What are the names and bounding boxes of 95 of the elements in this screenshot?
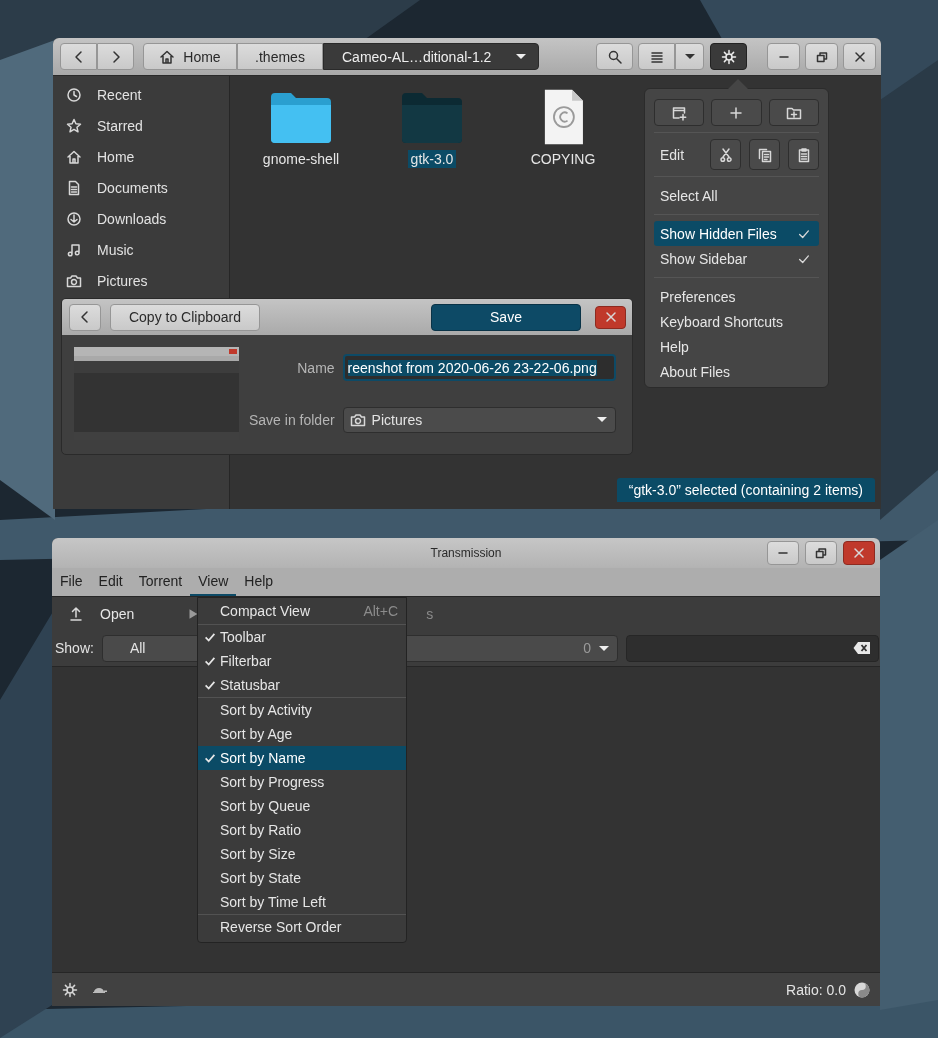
menu[interactable]: Edit (90, 568, 131, 596)
back-button[interactable] (60, 43, 97, 70)
copy-icon (756, 146, 773, 163)
camera-icon (66, 272, 82, 289)
menu-item[interactable]: Preferences (654, 284, 819, 309)
sidebar-item[interactable]: Documents (53, 172, 229, 203)
settings-button[interactable] (710, 43, 747, 70)
copy-button[interactable] (749, 139, 780, 170)
menu-item[interactable]: Keyboard Shortcuts (654, 309, 819, 334)
file-item[interactable]: COPYING (508, 88, 618, 168)
document-icon (66, 179, 82, 196)
sidebar-item[interactable]: Home (53, 141, 229, 172)
menu-item[interactable]: Sort by Name (198, 746, 406, 770)
sidebar-item[interactable]: Starred (53, 110, 229, 141)
path-button[interactable]: Home (143, 43, 237, 70)
menu-item[interactable]: Select All (654, 183, 819, 208)
open-button[interactable]: Open (52, 598, 135, 629)
copy-to-clipboard-button[interactable]: Copy to Clipboard (110, 303, 260, 331)
camera-icon (349, 411, 366, 428)
close-button[interactable] (843, 43, 876, 70)
menu-item[interactable]: Sort by Ratio (198, 818, 406, 842)
path-button[interactable]: Cameo-AL…ditional-1.2 (323, 43, 539, 70)
menu[interactable]: File (52, 568, 91, 596)
status-overlay: “gtk-3.0” selected (containing 2 items) (616, 478, 875, 502)
name-label: Name (297, 359, 335, 376)
menu-item[interactable]: Sort by Progress (198, 770, 406, 794)
restore-button[interactable] (805, 43, 838, 70)
sidebar-item[interactable]: Recent (53, 79, 229, 110)
folder-label: Save in folder (249, 411, 335, 428)
close-button[interactable] (595, 305, 626, 329)
restore-icon (813, 545, 829, 561)
name-field[interactable]: reenshot from 2020-06-26 23-22-06.png (342, 354, 616, 382)
menu-item[interactable]: Show Hidden Files (654, 221, 819, 246)
restore-button[interactable] (805, 541, 837, 565)
house-icon (159, 48, 176, 65)
folder-dropdown[interactable]: Pictures (342, 406, 616, 433)
menu-item[interactable]: About Files (654, 359, 819, 384)
caret-icon (598, 645, 609, 651)
minimize-button[interactable] (767, 541, 799, 565)
window-title: Transmission (430, 546, 502, 560)
list-view-button[interactable] (638, 43, 675, 70)
ratio-icon (854, 981, 870, 998)
menu-item[interactable]: Sort by State (198, 866, 406, 890)
minimize-icon (778, 55, 789, 58)
menu[interactable]: Help (236, 568, 282, 596)
edit-label: Edit (659, 146, 686, 163)
download-icon (66, 210, 82, 227)
clock-icon (66, 86, 82, 103)
view-options-button[interactable] (675, 43, 704, 70)
new-window-button[interactable] (654, 99, 705, 126)
caret-icon (516, 54, 526, 59)
sidebar-item[interactable]: Music (53, 234, 229, 265)
new-tab-button[interactable] (711, 99, 762, 126)
ratio-label: Ratio: 0.0 (786, 981, 846, 998)
show-label: Show: (55, 640, 94, 656)
menu-item[interactable]: Statusbar (198, 673, 406, 697)
upload-icon (68, 605, 84, 622)
search-button[interactable] (596, 43, 633, 70)
back-button[interactable] (69, 303, 101, 331)
paste-button[interactable] (788, 139, 819, 170)
search-icon (606, 48, 623, 65)
path-button[interactable]: .themes (237, 43, 323, 70)
scissors-icon (717, 146, 734, 163)
menu[interactable]: Torrent (130, 568, 191, 596)
close-icon (851, 545, 867, 561)
sidebar-item[interactable]: Pictures (53, 265, 229, 296)
menu-item[interactable]: Sort by Size (198, 842, 406, 866)
minimize-icon (778, 552, 788, 554)
new-folder-button[interactable] (768, 99, 819, 126)
sidebar-item[interactable]: Downloads (53, 203, 229, 234)
menu-item[interactable]: Sort by Queue (198, 794, 406, 818)
search-field[interactable] (625, 634, 879, 662)
settings-icon (720, 48, 737, 65)
cut-button[interactable] (710, 139, 741, 170)
settings-icon[interactable] (62, 981, 78, 998)
menu-item[interactable]: Reverse Sort Order (198, 915, 406, 939)
menu-item[interactable]: Compact View Alt+C (198, 598, 406, 624)
file-item[interactable]: gtk-3.0 (377, 88, 487, 168)
menu-item[interactable]: Sort by Activity (198, 698, 406, 722)
forward-button[interactable] (97, 43, 134, 70)
menu-item[interactable]: Sort by Time Left (198, 890, 406, 914)
menu-item[interactable]: Show Sidebar (654, 246, 819, 271)
star-icon (66, 117, 82, 134)
caret-icon (684, 54, 695, 59)
save-button[interactable]: Save (431, 303, 581, 331)
music-note-icon (66, 241, 82, 258)
clear-icon[interactable] (852, 641, 871, 655)
house-icon (66, 148, 82, 165)
menu-item[interactable]: Help (654, 334, 819, 359)
plus-icon (728, 104, 745, 121)
caret-icon (596, 417, 607, 423)
menu-item[interactable]: Sort by Age (198, 722, 406, 746)
file-item[interactable]: gnome-shell (246, 88, 356, 168)
new-window-icon (671, 104, 688, 121)
close-button[interactable] (843, 541, 875, 565)
